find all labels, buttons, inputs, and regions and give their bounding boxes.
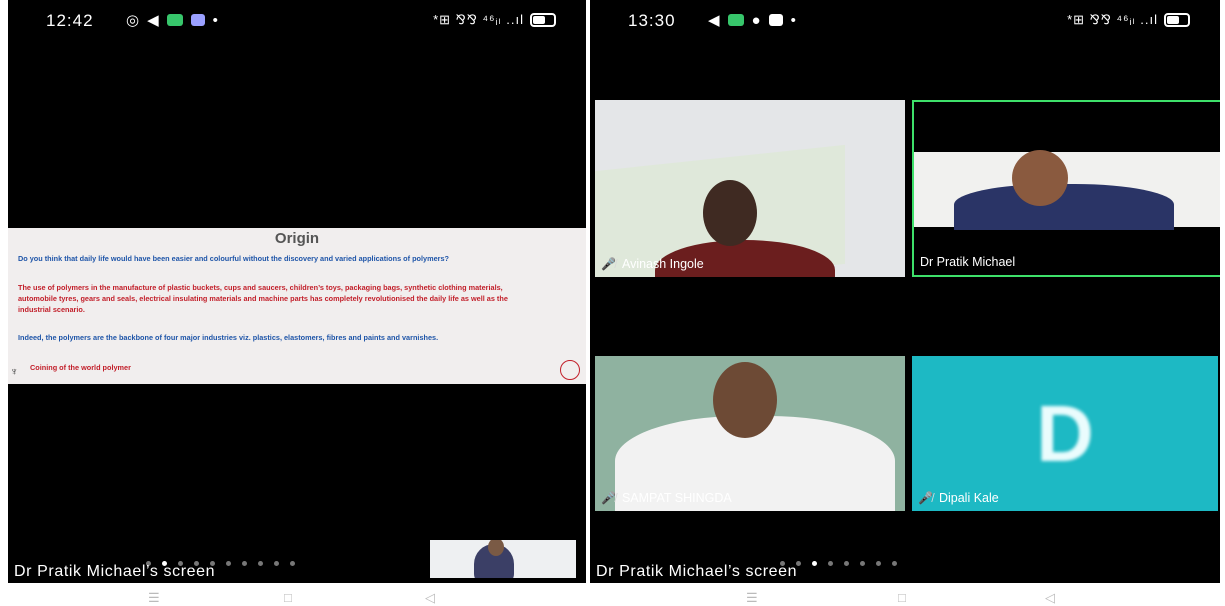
video-person-head bbox=[1012, 150, 1068, 206]
shared-slide: Origin Do you think that daily life woul… bbox=[8, 228, 586, 384]
back-icon[interactable]: ◁ bbox=[1045, 590, 1055, 606]
status-icons: ◀ ● • bbox=[708, 11, 796, 30]
mic-muted-icon: 🎤̸ bbox=[601, 491, 616, 505]
participant-tile-active-speaker[interactable]: Dr Pratik Michael bbox=[912, 100, 1220, 277]
participant-name: 🎤̸ Avinash Ingole bbox=[601, 257, 704, 271]
status-right: *⊞ ⅋⅋ ⁴⁶ᵢₗ ..ıl bbox=[1067, 12, 1190, 28]
telegram-icon: ◀ bbox=[708, 12, 720, 29]
status-bar: 13:30 ◀ ● • *⊞ ⅋⅋ ⁴⁶ᵢₗ ..ıl bbox=[590, 0, 1220, 44]
page-dot[interactable] bbox=[258, 561, 263, 566]
participant-name: 🎤̸ Dipali Kale bbox=[918, 491, 999, 505]
right-phone-screen: 13:30 ◀ ● • *⊞ ⅋⅋ ⁴⁶ᵢₗ ..ıl 🎤̸ Avinash I… bbox=[590, 0, 1220, 583]
image-icon bbox=[768, 14, 783, 26]
participant-avatar: D bbox=[912, 356, 1218, 511]
screen-share-label: Dr Pratik Michael’s screen bbox=[14, 563, 216, 580]
more-notifications-icon: • bbox=[790, 11, 796, 29]
battery-icon bbox=[530, 13, 556, 27]
page-indicator[interactable] bbox=[780, 561, 897, 566]
app-notification-icon bbox=[727, 14, 744, 26]
mic-muted-icon: 🎤̸ bbox=[601, 257, 616, 271]
page-dot[interactable] bbox=[892, 561, 897, 566]
whatsapp-icon: ◎ bbox=[126, 12, 140, 29]
page-dot[interactable] bbox=[828, 561, 833, 566]
participant-name: Dr Pratik Michael bbox=[920, 255, 1016, 269]
participant-name: 🎤̸ SAMPAT SHINGDA bbox=[601, 491, 732, 505]
video-person-head bbox=[713, 362, 777, 438]
page-dot[interactable] bbox=[876, 561, 881, 566]
slide-bullet: Indeed, the polymers are the backbone of… bbox=[18, 333, 439, 342]
page-dot[interactable] bbox=[860, 561, 865, 566]
participant-tile[interactable]: 🎤̸ Avinash Ingole bbox=[595, 100, 905, 277]
status-icons: ◎ ◀ • bbox=[126, 11, 218, 30]
status-bar: 12:42 ◎ ◀ • *⊞ ⅋⅋ ⁴⁶ᵢₗ ..ıl bbox=[8, 0, 586, 44]
page-dot[interactable] bbox=[226, 561, 231, 566]
page-dot[interactable] bbox=[290, 561, 295, 566]
screen-share-label: Dr Pratik Michael’s screen bbox=[596, 563, 798, 580]
page-dot[interactable] bbox=[242, 561, 247, 566]
back-icon[interactable]: ◁ bbox=[425, 590, 435, 606]
slide-bullet: Coining of the world polymer bbox=[30, 363, 131, 372]
institute-seal-icon bbox=[560, 360, 580, 380]
menu-icon[interactable]: ☰ bbox=[746, 590, 758, 606]
left-phone-screen: 12:42 ◎ ◀ • *⊞ ⅋⅋ ⁴⁶ᵢₗ ..ıl Origin Do yo… bbox=[8, 0, 586, 583]
video-person-head bbox=[703, 180, 757, 246]
home-icon[interactable]: □ bbox=[898, 590, 906, 605]
status-time: 13:30 bbox=[628, 11, 676, 30]
slide-title: Origin bbox=[274, 230, 320, 247]
participant-tile[interactable]: D 🎤̸ Dipali Kale bbox=[912, 356, 1218, 511]
menu-icon[interactable]: ☰ bbox=[148, 590, 160, 606]
page-dot[interactable] bbox=[844, 561, 849, 566]
slide-bullet: The use of polymers in the manufacture o… bbox=[18, 283, 508, 314]
mic-muted-icon: 🎤̸ bbox=[918, 491, 933, 505]
app-notification-icon bbox=[166, 14, 183, 26]
battery-icon bbox=[1164, 13, 1190, 27]
chat-bubble-icon: ● bbox=[751, 11, 761, 29]
slide-bullet: Do you think that daily life would have … bbox=[18, 254, 450, 263]
status-time: 12:42 bbox=[46, 11, 94, 30]
more-notifications-icon: • bbox=[212, 11, 218, 29]
status-right: *⊞ ⅋⅋ ⁴⁶ᵢₗ ..ıl bbox=[433, 12, 556, 28]
signal-icons: *⊞ ⅋⅋ ⁴⁶ᵢₗ ..ıl bbox=[1067, 12, 1158, 27]
page-dot-active[interactable] bbox=[812, 561, 817, 566]
page-dot[interactable] bbox=[274, 561, 279, 566]
home-icon[interactable]: □ bbox=[284, 590, 292, 605]
participant-tile[interactable]: 🎤̸ SAMPAT SHINGDA bbox=[595, 356, 905, 511]
lamp-logo-icon: ♆ bbox=[10, 366, 19, 378]
self-view-video[interactable] bbox=[430, 540, 576, 578]
calendar-icon bbox=[190, 14, 205, 26]
telegram-icon: ◀ bbox=[147, 12, 159, 29]
signal-icons: *⊞ ⅋⅋ ⁴⁶ᵢₗ ..ıl bbox=[433, 12, 524, 27]
